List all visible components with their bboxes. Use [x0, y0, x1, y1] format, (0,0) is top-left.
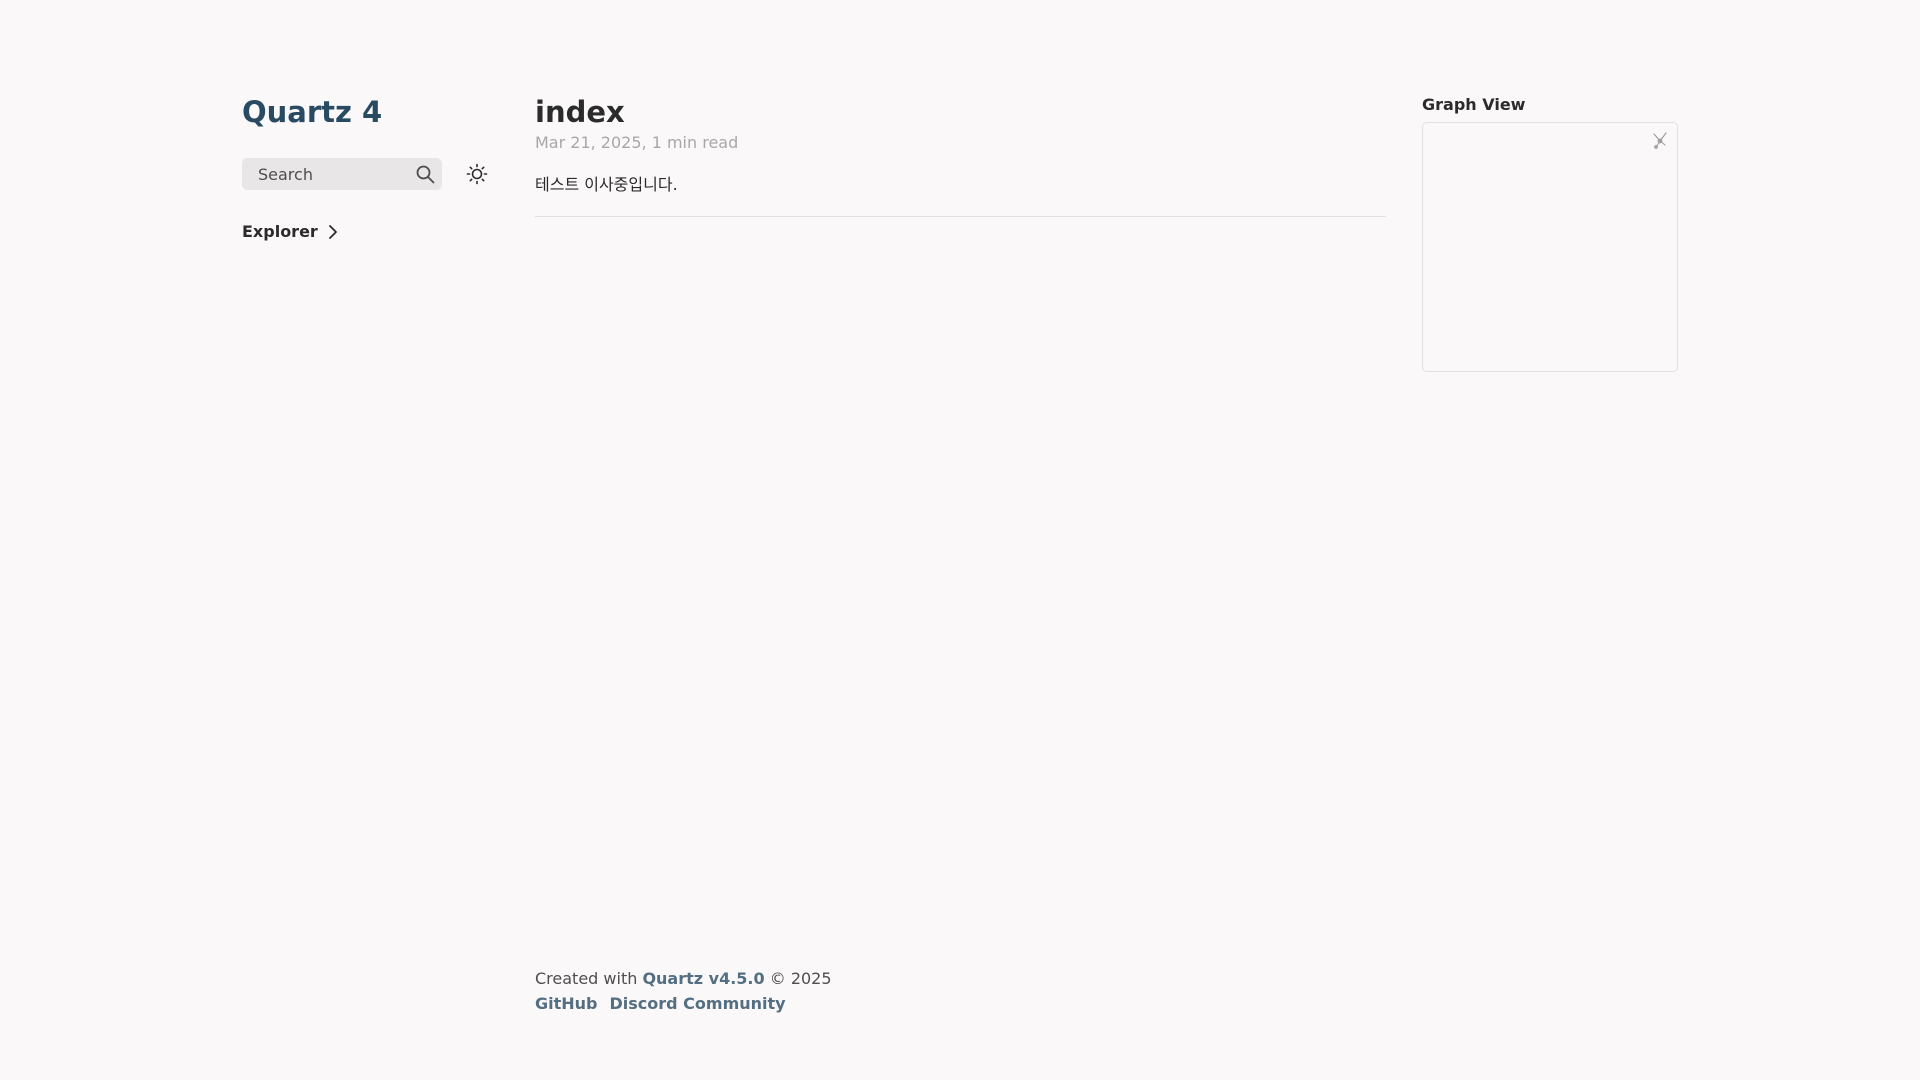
- search-icon: [416, 165, 435, 184]
- content-divider: [535, 216, 1386, 217]
- content-meta: Mar 21, 2025, 1 min read: [535, 132, 1386, 154]
- footer-copyright: © 2025: [764, 969, 832, 988]
- explorer-toggle[interactable]: Explorer: [242, 222, 502, 241]
- footer-credit: Created with Quartz v4.5.0 © 2025: [535, 966, 832, 991]
- explorer-label: Explorer: [242, 222, 318, 241]
- sun-icon[interactable]: [466, 163, 488, 185]
- search-label: Search: [258, 164, 313, 184]
- article-date: Mar 21, 2025: [535, 133, 642, 152]
- right-sidebar: Graph View: [1422, 94, 1678, 372]
- article-body: 테스트 이사중입니다.: [535, 175, 678, 194]
- site-title-link[interactable]: Quartz 4: [242, 92, 502, 132]
- footer-created-prefix: Created with: [535, 969, 643, 988]
- footer-links: GitHub Discord Community: [535, 991, 832, 1016]
- graph-view-title: Graph View: [1422, 95, 1526, 114]
- graph-view-canvas[interactable]: [1422, 122, 1678, 372]
- read-time: 1 min read: [651, 133, 739, 152]
- left-sidebar: Quartz 4 Search Explorer: [242, 92, 502, 241]
- chevron-right-icon: [328, 224, 337, 239]
- footer: Created with Quartz v4.5.0 © 2025 GitHub…: [535, 966, 832, 1016]
- page-title: index: [535, 95, 625, 129]
- global-graph-icon[interactable]: [1651, 131, 1669, 149]
- main-content: index Mar 21, 2025, 1 min read 테스트 이사중입니…: [535, 92, 1386, 217]
- discord-link[interactable]: Discord Community: [610, 994, 786, 1013]
- quartz-link[interactable]: Quartz v4.5.0: [642, 969, 764, 988]
- search-row: Search: [242, 158, 502, 190]
- meta-separator: ,: [641, 133, 652, 152]
- github-link[interactable]: GitHub: [535, 994, 598, 1013]
- search-button[interactable]: Search: [242, 158, 442, 190]
- page: Quartz 4 Search Explorer index Mar 21, 2…: [0, 0, 1920, 1080]
